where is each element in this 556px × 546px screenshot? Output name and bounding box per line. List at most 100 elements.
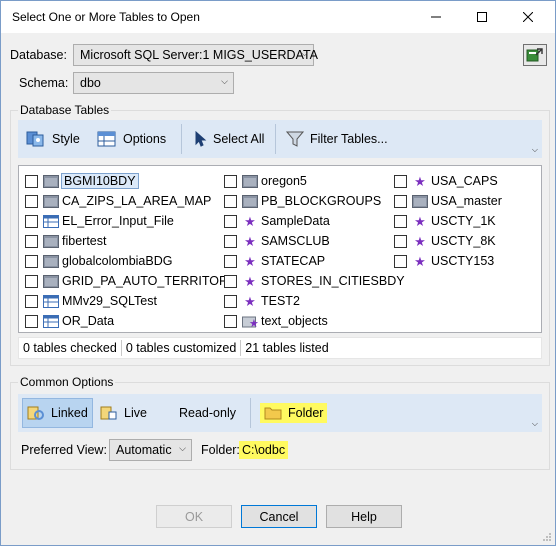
common-options-toolbar: Linked Live Read-only Folder ⌵ (18, 394, 542, 432)
table-list-item[interactable]: OR_Data (19, 311, 236, 331)
tables-listed-count: 21 tables listed (245, 341, 329, 355)
table-checkbox[interactable] (25, 174, 38, 188)
table-list-item[interactable]: globalcolombiaBDG (19, 251, 236, 271)
table-list-item[interactable]: ★ USCTY_1K (388, 211, 502, 231)
open-database-button[interactable] (523, 44, 547, 66)
table-name: fibertest (62, 234, 107, 248)
tables-column-2: oregon5 PB_BLOCKGROUPS ★ SampleData ★ SAMSCLU… (218, 171, 405, 331)
read-only-option[interactable]: Read-only (175, 398, 240, 428)
table-list-item[interactable]: ★ TEST2 (218, 291, 405, 311)
style-button[interactable]: Style (20, 120, 86, 158)
title-bar: Select One or More Tables to Open (1, 1, 555, 33)
table-checkbox[interactable] (224, 314, 237, 328)
table-name: GRID_PA_AUTO_TERRITORY (62, 274, 237, 288)
table-list-item[interactable]: oregon5 (218, 171, 405, 191)
resize-grip-icon[interactable] (542, 532, 552, 542)
table-list-item[interactable]: ★ STATECAP (218, 251, 405, 271)
folder-path-label: Folder: (201, 443, 240, 457)
database-dropdown[interactable]: Microsoft SQL Server:1 MIGS_USERDATA ⌵ (73, 44, 318, 66)
minimize-icon (431, 16, 441, 18)
minimize-button[interactable] (413, 1, 459, 33)
table-list-item[interactable]: ★ USCTY_8K (388, 231, 502, 251)
table-checkbox[interactable] (394, 174, 407, 188)
table-list-item[interactable]: USA_master (388, 191, 502, 211)
table-list-item[interactable]: GRID_PA_AUTO_TERRITORY (19, 271, 236, 291)
table-checkbox[interactable] (25, 294, 38, 308)
preferred-view-dropdown[interactable]: Automatic ⌵ (109, 439, 192, 461)
close-button[interactable] (505, 1, 551, 33)
schema-dropdown[interactable]: dbo ⌵ (73, 72, 234, 94)
folder-highlight: Folder (260, 403, 328, 423)
common-options-title: Common Options (18, 375, 116, 389)
window-title: Select One or More Tables to Open (12, 10, 200, 24)
table-name: SAMSCLUB (261, 234, 330, 248)
table-checkbox[interactable] (25, 254, 38, 268)
table-list-item[interactable]: ★ text_objects (218, 311, 405, 331)
database-label: Database: (10, 48, 67, 62)
table-name: USCTY153 (431, 254, 495, 268)
star-icon: ★ (244, 213, 256, 229)
table-list-item[interactable]: ★ SAMSCLUB (218, 231, 405, 251)
filter-icon (286, 131, 304, 147)
table-checkbox[interactable] (394, 234, 407, 248)
filter-tables-label: Filter Tables... (310, 132, 388, 146)
table-icon (43, 214, 59, 228)
table-checkbox[interactable] (394, 214, 407, 228)
table-checkbox[interactable] (25, 214, 38, 228)
table-list-item[interactable]: BGMI10BDY (19, 171, 236, 191)
table-name: text_objects (261, 314, 328, 328)
table-list-item[interactable]: PB_BLOCKGROUPS (218, 191, 405, 211)
folder-icon (43, 174, 59, 188)
chevron-down-icon: ⌵ (179, 443, 186, 453)
maximize-button[interactable] (459, 1, 505, 33)
toolbar-separator (181, 124, 182, 154)
map-star-icon: ★ (242, 314, 258, 328)
table-checkbox[interactable] (394, 254, 407, 268)
table-checkbox[interactable] (224, 174, 237, 188)
schema-label: Schema: (19, 76, 69, 90)
tables-customized-count: 0 tables customized (125, 341, 237, 355)
table-name: STATECAP (261, 254, 326, 268)
svg-text:★: ★ (249, 317, 258, 328)
star-icon: ★ (244, 273, 256, 289)
live-option[interactable]: Live (96, 398, 151, 428)
table-list-item[interactable]: ★ STORES_IN_CITIESBDY (218, 271, 405, 291)
table-checkbox[interactable] (25, 274, 38, 288)
select-all-button[interactable]: Select All (187, 120, 270, 158)
folder-option[interactable]: Folder (257, 398, 330, 428)
database-tables-title: Database Tables (18, 103, 112, 117)
table-checkbox[interactable] (224, 294, 237, 308)
table-list-item[interactable]: ★ USA_CAPS (388, 171, 502, 191)
table-checkbox[interactable] (224, 194, 237, 208)
table-checkbox[interactable] (25, 234, 38, 248)
table-list-item[interactable]: CA_ZIPS_LA_AREA_MAP (19, 191, 236, 211)
chevron-down-icon: ⌵ (301, 48, 308, 58)
folder-path-value[interactable]: C:\odbc (239, 441, 289, 459)
cancel-button[interactable]: Cancel (241, 505, 317, 528)
filter-tables-button[interactable]: Filter Tables... (280, 120, 394, 158)
star-icon: ★ (414, 173, 426, 189)
table-checkbox[interactable] (224, 214, 237, 228)
options-overflow-icon[interactable]: ⌵ (532, 419, 538, 429)
ok-button[interactable]: OK (156, 505, 232, 528)
table-checkbox[interactable] (25, 314, 38, 328)
database-value: Microsoft SQL Server:1 MIGS_USERDATA (80, 48, 319, 62)
table-list-item[interactable]: ★ USCTY153 (388, 251, 502, 271)
table-list-item[interactable]: fibertest (19, 231, 236, 251)
table-list-item[interactable]: MMv29_SQLTest (19, 291, 236, 311)
table-checkbox[interactable] (224, 274, 237, 288)
toolbar-overflow-icon[interactable]: ⌵ (532, 145, 538, 155)
table-list-item[interactable]: ★ SampleData (218, 211, 405, 231)
linked-option[interactable]: Linked (22, 398, 93, 428)
help-button[interactable]: Help (326, 505, 402, 528)
table-checkbox[interactable] (394, 194, 407, 208)
table-checkbox[interactable] (224, 254, 237, 268)
table-list-item[interactable]: EL_Error_Input_File (19, 211, 236, 231)
table-checkbox[interactable] (25, 194, 38, 208)
options-button[interactable]: Options (91, 120, 172, 158)
table-checkbox[interactable] (224, 234, 237, 248)
preferred-view-value: Automatic (116, 443, 172, 457)
live-label: Live (124, 406, 147, 420)
table-name: USCTY_8K (431, 234, 496, 248)
table-name: globalcolombiaBDG (62, 254, 173, 268)
